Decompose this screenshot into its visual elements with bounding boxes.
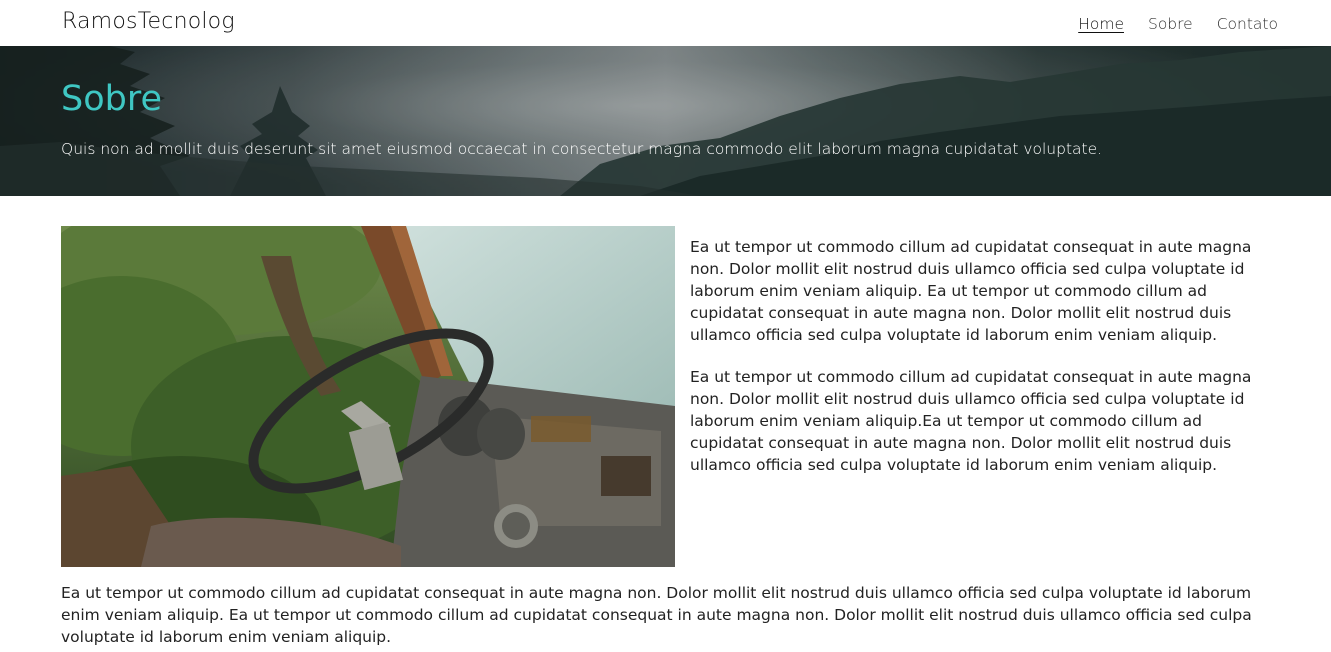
hero-subtitle: Quis non ad mollit duis deserunt sit ame… [61,140,1103,158]
navbar: RamosTecnolog Home Sobre Contato [0,0,1331,46]
about-paragraph-3: Ea ut tempor ut commodo cillum ad cupida… [61,584,1252,646]
about-paragraph-1: Ea ut tempor ut commodo cillum ad cupida… [690,238,1252,344]
hero-overlay [0,46,1331,196]
brand-logo[interactable]: RamosTecnolog [62,9,235,34]
page-title: Sobre [61,79,163,119]
truck-interior-image [61,226,675,567]
about-text: Ea ut tempor ut commodo cillum ad cupida… [690,236,1280,496]
about-paragraph-2: Ea ut tempor ut commodo cillum ad cupida… [690,368,1252,474]
abandoned-truck-photo [61,226,675,567]
nav-menu: Home Sobre Contato [1078,15,1278,33]
nav-link-home[interactable]: Home [1078,15,1124,33]
hero-banner: Sobre Quis non ad mollit duis deserunt s… [0,46,1331,196]
nav-link-contato[interactable]: Contato [1217,15,1278,33]
nav-link-sobre[interactable]: Sobre [1148,15,1193,33]
